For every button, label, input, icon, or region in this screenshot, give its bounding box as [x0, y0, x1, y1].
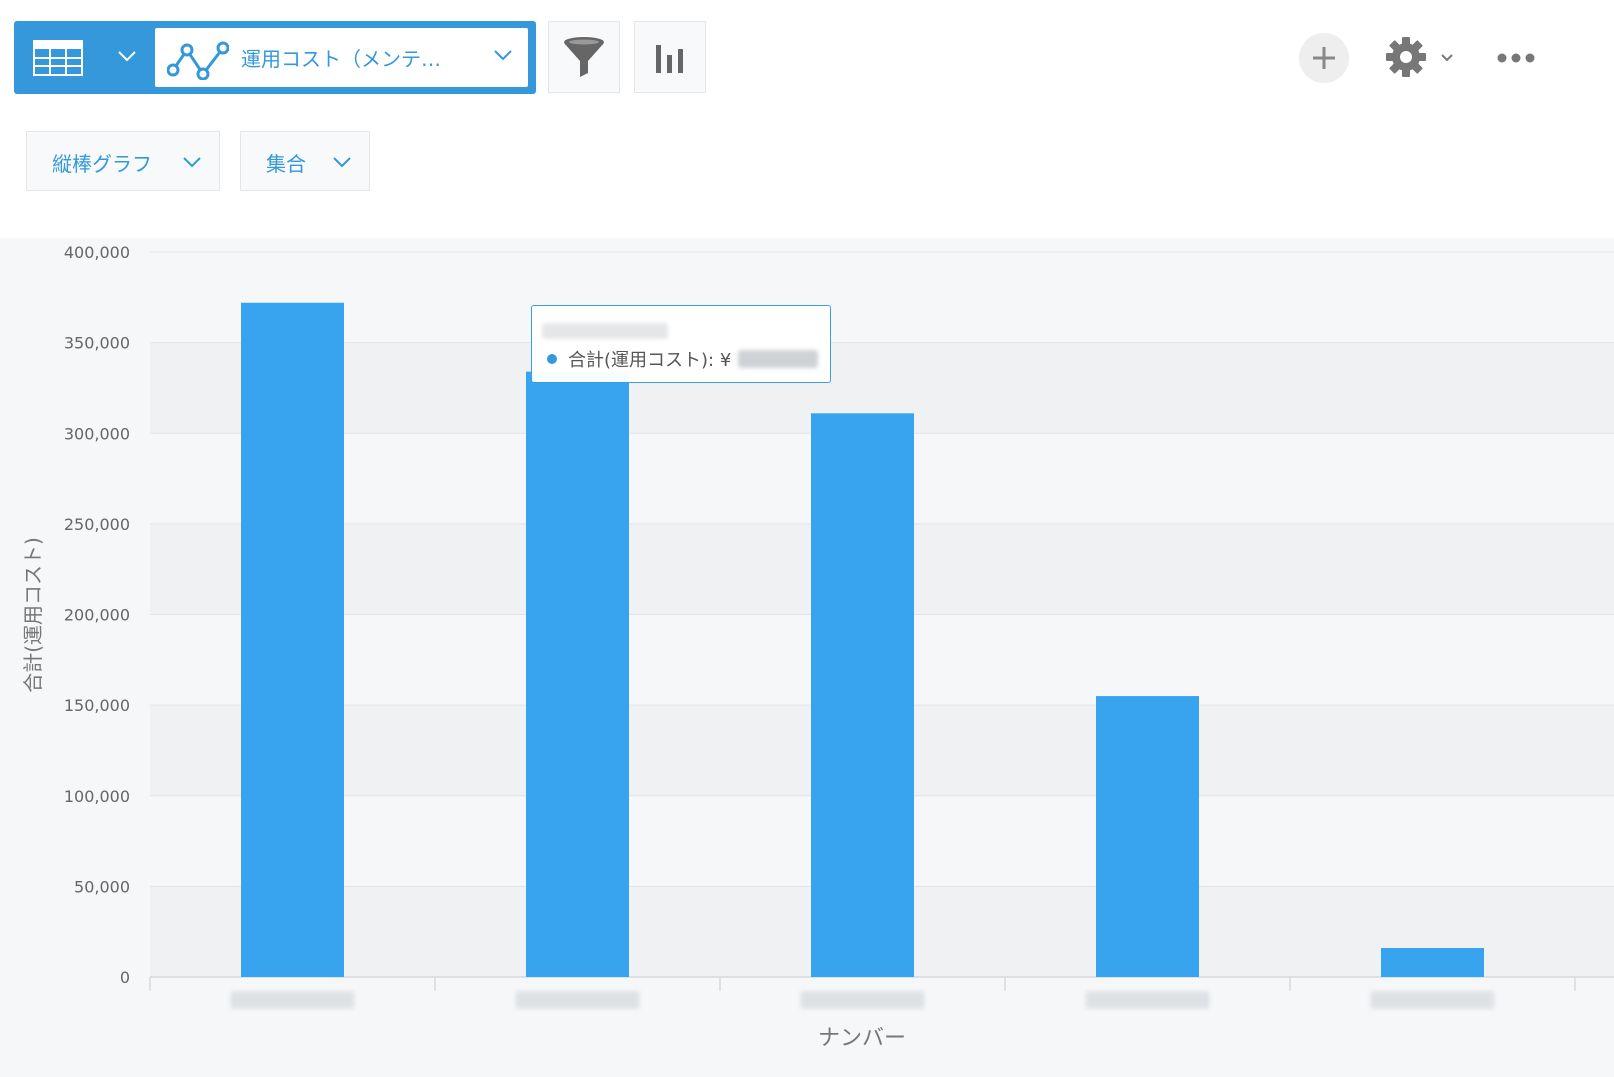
y-tick-label: 150,000 — [64, 696, 130, 715]
y-tick-label: 50,000 — [74, 877, 130, 896]
chart-type-dropdown[interactable]: 縦棒グラフ — [26, 131, 220, 191]
chart-settings-icon — [656, 45, 683, 73]
bar — [811, 413, 914, 977]
bar — [526, 371, 629, 977]
chevron-down-icon — [183, 157, 201, 168]
filter-button[interactable] — [548, 21, 620, 93]
x-tick-label-redacted — [800, 991, 925, 1009]
graph-icon — [167, 41, 229, 80]
x-tick-label-redacted — [230, 991, 355, 1009]
filter-icon — [564, 37, 604, 77]
chevron-down-icon — [333, 157, 351, 168]
aggregate-label: 集合 — [266, 152, 306, 176]
aggregate-dropdown[interactable]: 集合 — [240, 131, 370, 191]
add-icon — [1313, 47, 1335, 69]
chevron-down-icon — [118, 51, 136, 62]
x-tick-label-redacted — [1370, 991, 1495, 1009]
tooltip-value-redacted — [738, 350, 818, 368]
bar — [1381, 948, 1484, 977]
x-axis-title: ナンバー — [818, 1026, 906, 1051]
x-tick-label-redacted — [1085, 991, 1210, 1009]
y-tick-label: 100,000 — [64, 787, 130, 806]
add-button[interactable] — [1299, 33, 1349, 83]
series-marker — [547, 354, 557, 364]
y-tick-label: 250,000 — [64, 515, 130, 534]
y-tick-label: 0 — [120, 968, 130, 987]
chevron-down-icon — [494, 50, 512, 61]
bar — [1096, 696, 1199, 977]
x-tick-label-redacted — [515, 991, 640, 1009]
tooltip-title-redacted — [542, 323, 668, 339]
more-options-button[interactable] — [1494, 40, 1538, 76]
table-view-button[interactable] — [14, 21, 154, 94]
y-tick-label: 400,000 — [64, 243, 130, 262]
y-tick-label: 300,000 — [64, 424, 130, 443]
graph-select-dropdown[interactable]: 運用コスト（メンテ… — [155, 28, 528, 87]
chart-settings-button[interactable] — [634, 21, 706, 93]
graph-select-label: 運用コスト（メンテ… — [241, 47, 441, 71]
y-tick-label: 200,000 — [64, 606, 130, 625]
y-axis-title: 合計(運用コスト) — [21, 537, 45, 693]
y-tick-label: 350,000 — [64, 334, 130, 353]
chart-type-label: 縦棒グラフ — [52, 152, 152, 176]
bar — [241, 302, 344, 977]
more-icon — [1497, 53, 1535, 63]
gear-icon — [1386, 37, 1426, 77]
chart-tooltip: 合計(運用コスト): ¥ — [531, 305, 831, 383]
table-view-icon — [33, 40, 83, 76]
tooltip-series-label: 合計(運用コスト): ¥ — [568, 350, 732, 371]
settings-button[interactable] — [1385, 36, 1465, 80]
view-switcher: 運用コスト（メンテ… — [14, 21, 536, 94]
chevron-down-icon — [1441, 54, 1453, 62]
